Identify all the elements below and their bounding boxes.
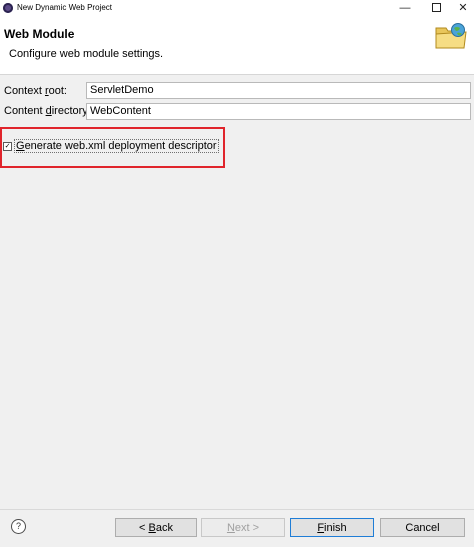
footer-separator	[0, 509, 474, 510]
folder-globe-icon	[435, 23, 467, 49]
back-button[interactable]: < Back	[115, 518, 197, 537]
page-title: Web Module	[4, 27, 75, 41]
context-root-label: Context root:	[4, 85, 67, 97]
maximize-button[interactable]	[423, 0, 449, 17]
title-bar: New Dynamic Web Project — ✕	[0, 0, 474, 17]
content-directory-label: Content directory:	[4, 105, 91, 117]
maximize-icon	[431, 2, 441, 12]
minimize-button[interactable]: —	[392, 0, 418, 17]
eclipse-icon	[3, 3, 13, 13]
content-directory-input[interactable]: WebContent	[86, 103, 471, 120]
finish-button[interactable]: Finish	[290, 518, 374, 537]
context-root-input[interactable]: ServletDemo	[86, 82, 471, 99]
help-button[interactable]: ?	[11, 519, 26, 534]
close-button[interactable]: ✕	[450, 0, 474, 17]
generate-descriptor-checkbox[interactable]: ✓	[3, 141, 12, 151]
wizard-header: Web Module Configure web module settings…	[0, 17, 474, 75]
page-description: Configure web module settings.	[9, 48, 164, 60]
generate-descriptor-checkbox-row[interactable]: ✓ Generate web.xml deployment descriptor	[3, 139, 219, 153]
cancel-button[interactable]: Cancel	[380, 518, 465, 537]
generate-descriptor-label[interactable]: Generate web.xml deployment descriptor	[14, 139, 219, 153]
next-button[interactable]: Next >	[201, 518, 285, 537]
window-title: New Dynamic Web Project	[17, 3, 112, 12]
